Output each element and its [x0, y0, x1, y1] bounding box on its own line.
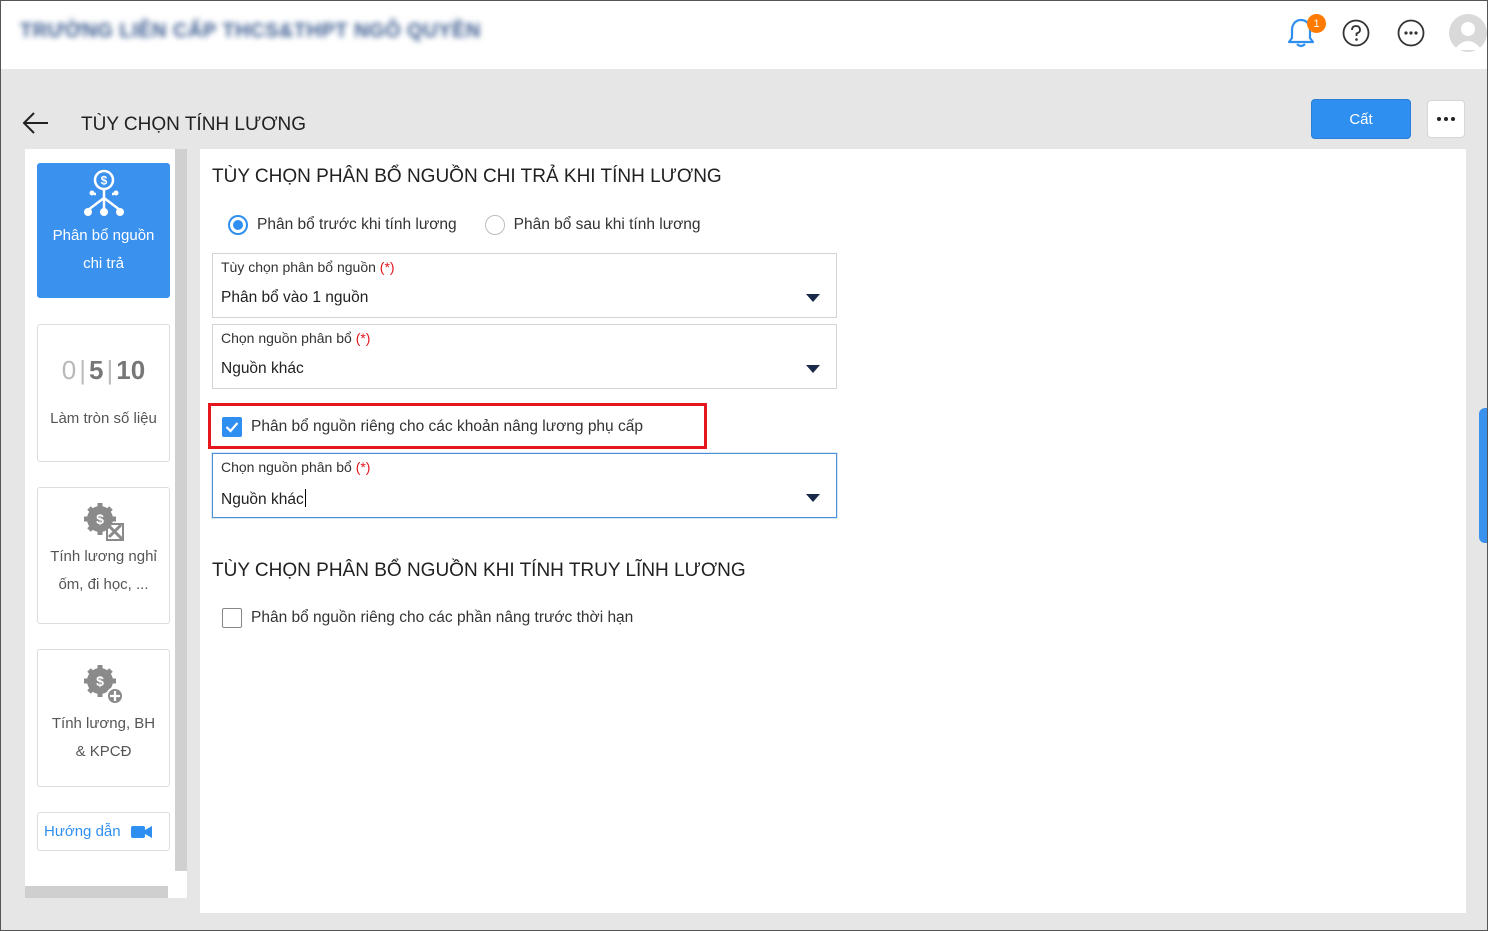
sidebar-item-label: Làm tròn số liệu: [50, 410, 157, 427]
allowance-source-dropdown[interactable]: Chọn nguồn phân bổ (*) Nguồn khác: [212, 453, 837, 518]
more-options-icon[interactable]: [1394, 16, 1428, 50]
allocation-option-dropdown[interactable]: Tùy chọn phân bổ nguồn (*) Phân bổ vào 1…: [212, 253, 837, 318]
section-title-back-pay: TÙY CHỌN PHÂN BỔ NGUỒN KHI TÍNH TRUY LĨN…: [212, 560, 746, 581]
sidebar-item-tinh-luong-bh[interactable]: $ Tính lương, BH & KPCĐ: [37, 649, 170, 787]
rounding-numbers-icon: 0 | 5 | 10: [61, 355, 146, 386]
left-nav-scrollbar[interactable]: [175, 149, 187, 871]
radio-label: Phân bổ sau khi tính lương: [513, 216, 701, 233]
save-button[interactable]: Cất: [1311, 99, 1411, 139]
sidebar-item-phan-bo[interactable]: $ Phân bổ nguồn chi trả: [37, 163, 170, 298]
radio-label: Phân bổ trước khi tính lương: [257, 216, 457, 233]
dropdown-caret-icon[interactable]: [806, 365, 820, 373]
video-camera-icon: [130, 825, 152, 838]
section-title-salary-source: TÙY CHỌN PHÂN BỔ NGUỒN CHI TRẢ KHI TÍNH …: [212, 166, 722, 187]
checkbox-label: Phân bổ nguồn riêng cho các phần nâng tr…: [251, 609, 634, 626]
sidebar-item-lam-tron[interactable]: 0 | 5 | 10 Làm tròn số liệu: [37, 324, 170, 462]
field-value: Nguồn khác: [221, 489, 306, 508]
money-distribution-icon: $: [38, 164, 169, 222]
separate-allowance-checkbox[interactable]: Phân bổ nguồn riêng cho các khoản nâng l…: [222, 417, 643, 437]
field-value: Phân bổ vào 1 nguồn: [221, 289, 369, 306]
checkbox-checked-icon[interactable]: [222, 417, 242, 437]
sidebar-item-nghi-om[interactable]: $ Tính lương nghỉ ốm, đi học, ...: [37, 487, 170, 624]
sidebar-item-label: Tính lương nghỉ ốm, đi học, ...: [50, 548, 157, 593]
salary-settings-icon: $: [38, 488, 169, 543]
guide-label: Hướng dẫn: [44, 823, 121, 840]
dropdown-caret-icon[interactable]: [806, 294, 820, 302]
checkbox-label: Phân bổ nguồn riêng cho các khoản nâng l…: [251, 418, 643, 435]
field-label: Chọn nguồn phân bổ (*): [221, 459, 371, 475]
radio-after-salary[interactable]: Phân bổ sau khi tính lương: [484, 215, 701, 235]
allocation-source-dropdown[interactable]: Chọn nguồn phân bổ (*) Nguồn khác: [212, 324, 837, 389]
ellipsis-icon: [1437, 117, 1455, 121]
avatar[interactable]: [1449, 14, 1487, 52]
early-raise-checkbox[interactable]: Phân bổ nguồn riêng cho các phần nâng tr…: [222, 608, 633, 628]
sidebar-item-label: Phân bổ nguồn chi trả: [52, 227, 155, 272]
radio-checked-icon: [228, 215, 248, 235]
salary-add-icon: $: [38, 650, 169, 710]
allocation-timing-radio-group: Phân bổ trước khi tính lương Phân bổ sau…: [228, 215, 700, 235]
radio-unchecked-icon: [484, 215, 505, 235]
radio-before-salary[interactable]: Phân bổ trước khi tính lương: [228, 215, 457, 235]
more-actions-button[interactable]: [1427, 100, 1465, 138]
side-panel-tab[interactable]: [1479, 408, 1488, 543]
left-nav-horizontal-scrollbar[interactable]: [25, 886, 168, 898]
svg-text:$: $: [96, 673, 104, 689]
sidebar-item-label: Tính lương, BH & KPCĐ: [51, 715, 156, 760]
svg-text:$: $: [96, 511, 104, 527]
checkbox-unchecked-icon[interactable]: [222, 608, 242, 628]
back-arrow-icon[interactable]: [22, 110, 50, 136]
text-cursor: [304, 489, 306, 507]
guide-link[interactable]: Hướng dẫn: [37, 812, 170, 851]
field-label: Chọn nguồn phân bổ (*): [221, 330, 371, 346]
help-icon[interactable]: [1339, 16, 1373, 50]
svg-text:$: $: [100, 174, 107, 188]
notification-badge: 1: [1307, 14, 1326, 33]
field-value: Nguồn khác: [221, 360, 304, 377]
page-title: TÙY CHỌN TÍNH LƯƠNG: [81, 114, 307, 135]
organization-name: TRƯỜNG LIÊN CẤP THCS&THPT NGÔ QUYỀN: [20, 20, 481, 42]
top-bar: TRƯỜNG LIÊN CẤP THCS&THPT NGÔ QUYỀN 1: [0, 0, 1488, 69]
dropdown-caret-icon[interactable]: [806, 494, 820, 502]
field-label: Tùy chọn phân bổ nguồn (*): [221, 259, 395, 275]
